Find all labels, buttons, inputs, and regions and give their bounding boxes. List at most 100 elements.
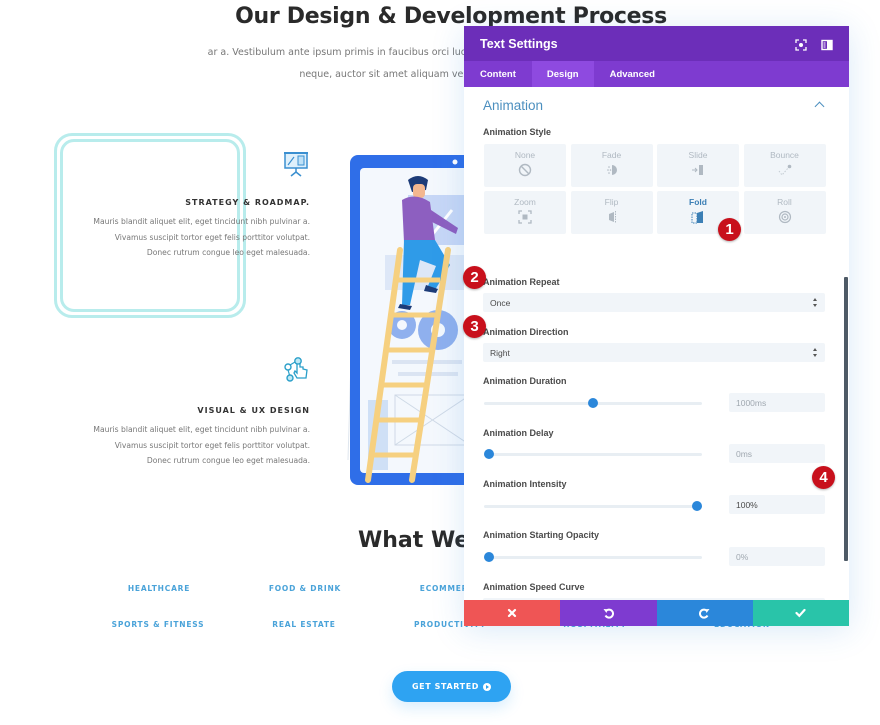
style-option-bounce[interactable]: Bounce — [743, 144, 826, 187]
style-label: Bounce — [770, 150, 799, 160]
intro-line: ar a. Vestibulum ante ipsum primis in fa… — [207, 47, 466, 58]
touch-network-icon — [282, 356, 310, 384]
discard-button[interactable] — [464, 600, 561, 626]
text-settings-modal: Text Settings Content Design Advanced An… — [464, 26, 849, 626]
modal-title: Text Settings — [480, 36, 558, 51]
service-description: Mauris blandit aliquet elit, eget tincid… — [93, 214, 310, 261]
animation-delay-input[interactable]: 0ms — [729, 444, 825, 463]
step-badge: 4 — [812, 466, 835, 489]
modal-tabs: Content Design Advanced — [464, 61, 849, 87]
check-icon — [795, 608, 806, 618]
slider-thumb[interactable] — [588, 398, 598, 408]
description-line: Donec rutrum congue leo eget malesuada. — [146, 248, 310, 257]
select-arrows-icon — [813, 348, 818, 357]
style-option-fade[interactable]: Fade — [570, 144, 653, 187]
modal-body: Animation Animation Style None Fade Slid… — [464, 87, 849, 600]
process-illustration — [340, 150, 475, 490]
animation-intensity-input[interactable]: 100% — [729, 495, 825, 514]
redo-icon — [699, 608, 710, 619]
animation-delay-slider[interactable] — [484, 448, 702, 460]
get-started-label: GET STARTED — [411, 682, 480, 691]
description-line: Mauris blandit aliquet elit, eget tincid… — [93, 425, 310, 434]
service-title: STRATEGY & ROADMAP. — [185, 198, 310, 207]
presentation-board-icon — [282, 150, 310, 178]
description-line: Vivamus suscipit tortor eget felis portt… — [114, 232, 310, 242]
arrow-circle-icon — [483, 682, 492, 691]
select-value: Right — [490, 347, 510, 358]
style-label: Roll — [777, 197, 792, 207]
animation-opacity-label: Animation Starting Opacity — [483, 530, 600, 540]
fade-icon — [606, 165, 617, 175]
undo-button[interactable] — [560, 600, 657, 626]
description-line: Vivamus suscipit tortor eget felis portt… — [114, 440, 310, 450]
animation-speed-curve-label: Animation Speed Curve — [483, 582, 585, 592]
undo-icon — [603, 608, 614, 619]
intro-text: ar a. Vestibulum ante ipsum primis in fa… — [208, 42, 466, 86]
animation-opacity-slider[interactable] — [484, 551, 702, 563]
animation-opacity-input[interactable]: 0% — [729, 547, 825, 566]
slide-icon — [692, 165, 703, 175]
tab-advanced[interactable]: Advanced — [594, 61, 671, 87]
industry-link[interactable]: FOOD & DRINK — [269, 584, 341, 593]
animation-duration-input[interactable]: 1000ms — [729, 393, 825, 412]
slider-thumb[interactable] — [484, 449, 494, 459]
animation-repeat-label: Animation Repeat — [483, 277, 560, 287]
close-icon — [508, 608, 517, 618]
style-option-slide[interactable]: Slide — [657, 144, 739, 187]
description-line: Donec rutrum congue leo eget malesuada. — [146, 456, 310, 465]
slider-track[interactable] — [484, 453, 702, 456]
service-description: Mauris blandit aliquet elit, eget tincid… — [93, 422, 310, 469]
fullscreen-icon[interactable] — [795, 38, 807, 51]
animation-section-toggle[interactable]: Animation — [483, 98, 543, 113]
style-label: Fade — [601, 150, 622, 160]
roll-icon — [778, 210, 791, 224]
step-badge: 2 — [463, 266, 486, 289]
animation-intensity-label: Animation Intensity — [483, 479, 567, 489]
tab-design[interactable]: Design — [531, 61, 594, 87]
intro-line: neque, auctor sit amet aliquam vel — [299, 69, 466, 80]
redo-button[interactable] — [656, 600, 753, 626]
industry-link[interactable]: HEALTHCARE — [128, 584, 190, 593]
select-arrows-icon — [813, 298, 818, 307]
style-option-zoom[interactable]: Zoom — [484, 191, 566, 234]
animation-direction-label: Animation Direction — [483, 327, 569, 337]
none-icon — [518, 163, 532, 177]
flip-icon — [608, 211, 616, 223]
zoom-icon — [518, 210, 532, 224]
tab-content[interactable]: Content — [464, 61, 532, 87]
slider-track[interactable] — [484, 505, 702, 508]
service-title: VISUAL & UX DESIGN — [197, 406, 310, 415]
animation-direction-select[interactable]: Right — [483, 343, 825, 362]
style-option-flip[interactable]: Flip — [570, 191, 653, 234]
style-option-roll[interactable]: Roll — [743, 191, 826, 234]
animation-repeat-select[interactable]: Once — [483, 293, 825, 312]
modal-scrollbar[interactable] — [844, 277, 848, 561]
modal-header: Text Settings — [464, 26, 849, 61]
style-label: None — [514, 150, 536, 160]
style-label: Flip — [604, 197, 619, 207]
animation-duration-slider[interactable] — [484, 397, 702, 409]
animation-style-label: Animation Style — [483, 127, 552, 137]
style-option-none[interactable]: None — [484, 144, 566, 187]
industry-link[interactable]: REAL ESTATE — [272, 620, 335, 629]
save-button[interactable] — [752, 600, 849, 626]
select-value: Once — [490, 297, 511, 308]
get-started-button[interactable]: GET STARTED — [392, 671, 511, 702]
animation-duration-label: Animation Duration — [483, 376, 567, 386]
industry-link[interactable]: ECOMMER — [420, 584, 468, 593]
style-label: Slide — [688, 150, 708, 160]
sidebar-toggle-icon[interactable] — [821, 38, 833, 50]
animation-delay-label: Animation Delay — [483, 428, 554, 438]
service-visual-ux: VISUAL & UX DESIGN Mauris blandit alique… — [50, 356, 310, 476]
service-strategy: STRATEGY & ROADMAP. Mauris blandit aliqu… — [50, 150, 310, 270]
style-label: Fold — [689, 197, 707, 207]
slider-track[interactable] — [484, 556, 702, 559]
slider-thumb[interactable] — [484, 552, 494, 562]
slider-thumb[interactable] — [692, 501, 702, 511]
industry-link[interactable]: SPORTS & FITNESS — [112, 620, 205, 629]
description-line: Mauris blandit aliquet elit, eget tincid… — [93, 217, 310, 226]
modal-footer — [464, 600, 849, 626]
animation-intensity-slider[interactable] — [484, 500, 702, 512]
chevron-up-icon[interactable] — [814, 101, 825, 112]
bounce-icon — [778, 164, 791, 176]
